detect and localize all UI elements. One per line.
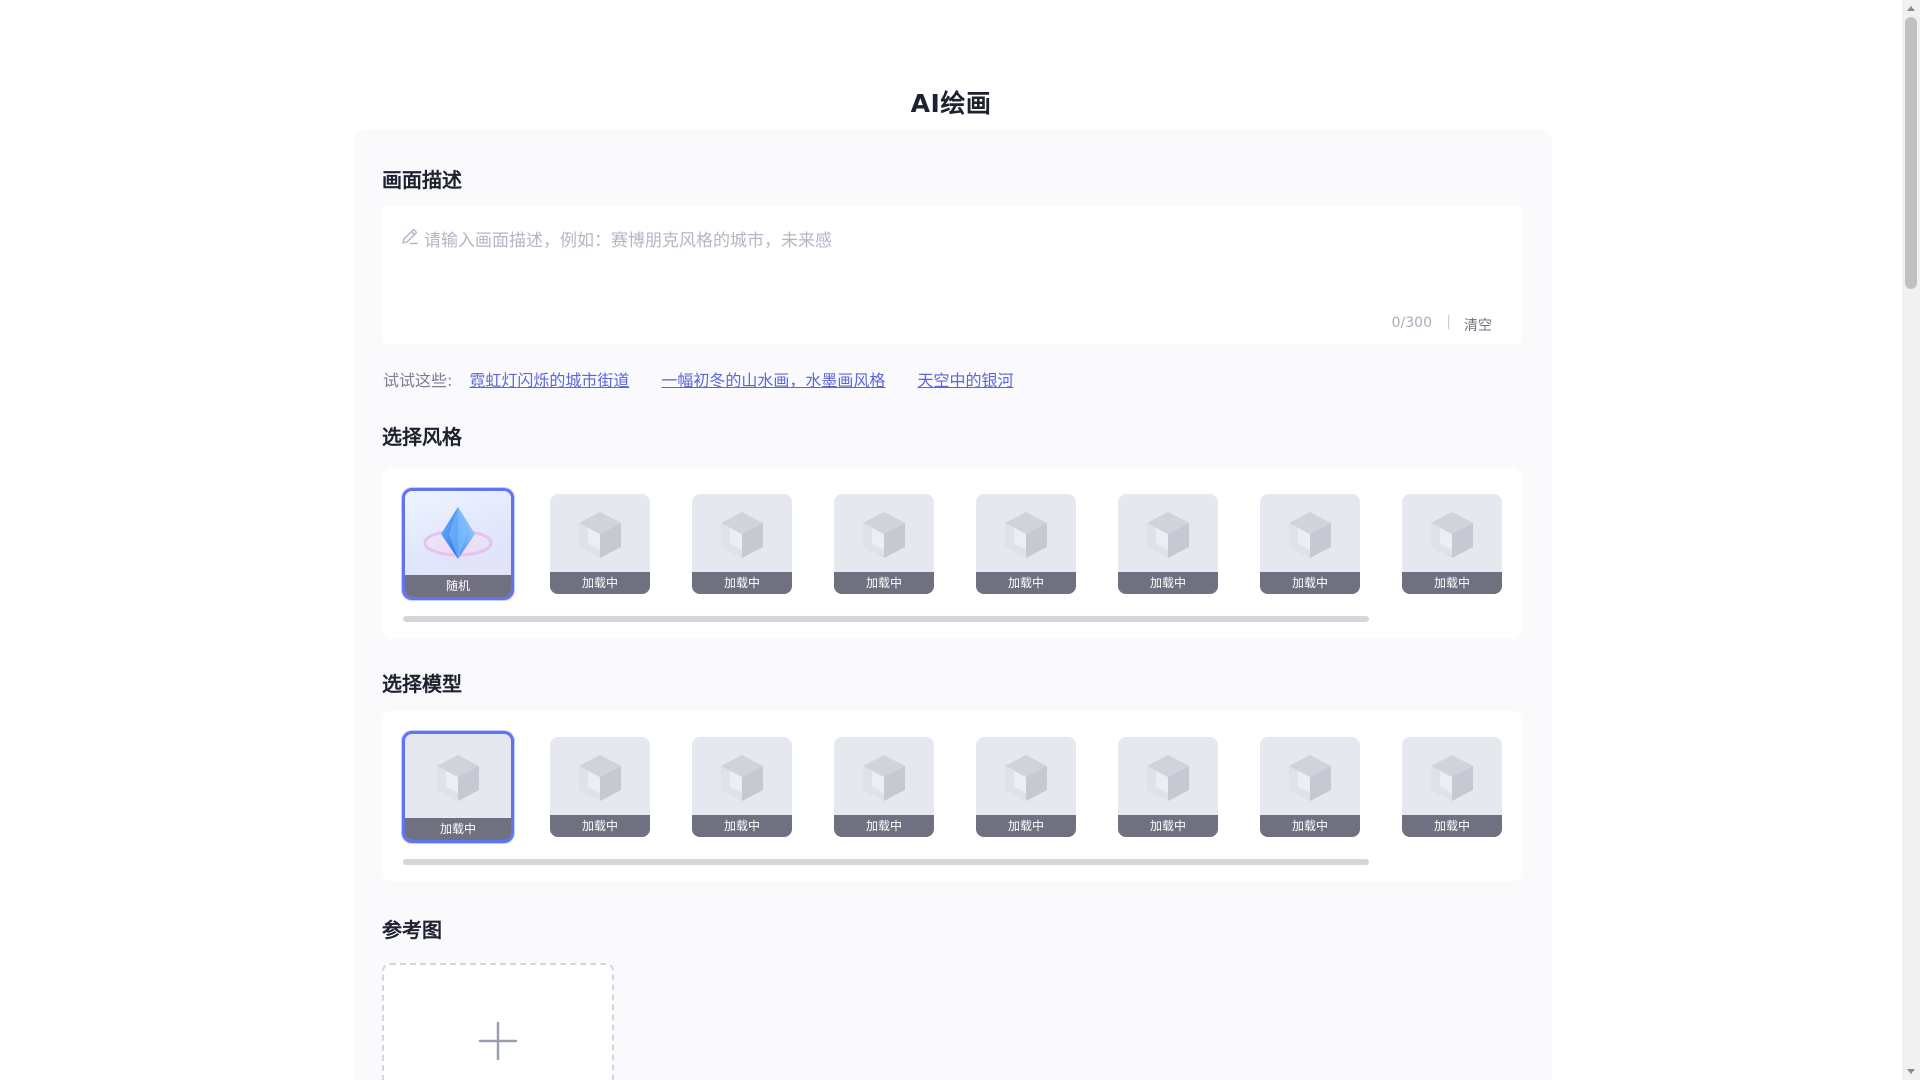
reference-section-title: 参考图 <box>382 918 442 942</box>
cube-icon <box>1147 512 1189 558</box>
model-section-title: 选择模型 <box>382 672 462 696</box>
cube-icon <box>721 512 763 558</box>
style-card-label: 加载中 <box>976 572 1076 594</box>
model-card-label: 加载中 <box>1260 815 1360 837</box>
cube-icon <box>1005 755 1047 801</box>
clear-button[interactable]: 清空 <box>1464 315 1492 335</box>
cube-icon <box>1289 755 1331 801</box>
style-card[interactable]: 加载中 <box>692 494 792 594</box>
model-card-label: 加载中 <box>976 815 1076 837</box>
prompt-textarea[interactable]: 请输入画面描述，例如：赛博朋克风格的城市，未来感 0/300 | 清空 <box>382 206 1522 344</box>
cube-icon <box>1289 512 1331 558</box>
style-card-label: 加载中 <box>834 572 934 594</box>
style-carousel-scrollbar[interactable] <box>403 616 1369 622</box>
model-card[interactable]: 加载中 <box>1260 737 1360 837</box>
model-card-label: 加载中 <box>550 815 650 837</box>
cube-icon <box>579 512 621 558</box>
cube-icon <box>863 512 905 558</box>
model-carousel-scrollbar[interactable] <box>403 859 1369 865</box>
page-scrollbar-thumb[interactable] <box>1905 17 1917 289</box>
counter-separator: | <box>1446 314 1451 330</box>
model-card-label: 加载中 <box>692 815 792 837</box>
reference-upload[interactable] <box>382 963 614 1080</box>
style-card[interactable]: 加载中 <box>834 494 934 594</box>
model-card[interactable]: 加载中 <box>834 737 934 837</box>
style-card[interactable]: 加载中 <box>550 494 650 594</box>
model-card[interactable]: 加载中 <box>976 737 1076 837</box>
style-card[interactable]: 加载中 <box>976 494 1076 594</box>
page: AI绘画 画面描述 请输入画面描述，例如：赛博朋克风格的城市，未来感 0/300… <box>0 0 1920 1080</box>
style-carousel: 随机 加载中 加载中 加载中 加载中 加载中 加载中 加载中 <box>382 468 1522 638</box>
suggestion-link[interactable]: 天空中的银河 <box>917 367 1013 391</box>
style-card-label: 加载中 <box>692 572 792 594</box>
page-title: AI绘画 <box>910 89 992 118</box>
cube-icon <box>863 755 905 801</box>
char-counter: 0/300 <box>1391 315 1432 331</box>
model-card[interactable]: 加载中 <box>402 731 514 843</box>
cube-icon <box>1431 755 1473 801</box>
model-card[interactable]: 加载中 <box>1402 737 1502 837</box>
style-card-random[interactable]: 随机 <box>402 488 514 600</box>
cube-icon <box>721 755 763 801</box>
suggestion-link[interactable]: 霓虹灯闪烁的城市街道 <box>469 367 629 391</box>
style-card[interactable]: 加载中 <box>1402 494 1502 594</box>
page-scrollbar[interactable] <box>1902 0 1920 1080</box>
model-card-label: 加载中 <box>834 815 934 837</box>
style-section-title: 选择风格 <box>382 425 462 449</box>
model-card[interactable]: 加载中 <box>550 737 650 837</box>
cube-icon <box>579 755 621 801</box>
scroll-down-icon[interactable] <box>1907 1069 1915 1074</box>
cube-icon <box>1431 512 1473 558</box>
model-card[interactable]: 加载中 <box>692 737 792 837</box>
model-card-label: 加载中 <box>1402 815 1502 837</box>
suggestion-link[interactable]: 一幅初冬的山水画，水墨画风格 <box>661 367 885 391</box>
suggestions-row: 试试这些: 霓虹灯闪烁的城市街道 一幅初冬的山水画，水墨画风格 天空中的银河 <box>383 367 1045 391</box>
style-card[interactable]: 加载中 <box>1260 494 1360 594</box>
model-card-label: 加载中 <box>1118 815 1218 837</box>
model-card[interactable]: 加载中 <box>1118 737 1218 837</box>
style-card-label: 随机 <box>405 575 511 597</box>
style-card-label: 加载中 <box>1260 572 1360 594</box>
model-carousel: 加载中 加载中 加载中 加载中 加载中 加载中 加载中 加载中 <box>382 711 1522 881</box>
cube-icon <box>1005 512 1047 558</box>
suggestions-label: 试试这些: <box>383 371 453 390</box>
plus-icon <box>478 1021 518 1061</box>
cube-icon <box>437 755 479 801</box>
scroll-up-icon[interactable] <box>1907 6 1915 11</box>
style-card-label: 加载中 <box>550 572 650 594</box>
cube-icon <box>1147 755 1189 801</box>
diamond-icon <box>421 507 495 561</box>
style-card-label: 加载中 <box>1118 572 1218 594</box>
pencil-icon <box>402 228 418 245</box>
prompt-placeholder: 请输入画面描述，例如：赛博朋克风格的城市，未来感 <box>424 231 832 251</box>
style-card-label: 加载中 <box>1402 572 1502 594</box>
style-card[interactable]: 加载中 <box>1118 494 1218 594</box>
prompt-section-title: 画面描述 <box>382 168 462 192</box>
model-card-label: 加载中 <box>405 818 511 840</box>
